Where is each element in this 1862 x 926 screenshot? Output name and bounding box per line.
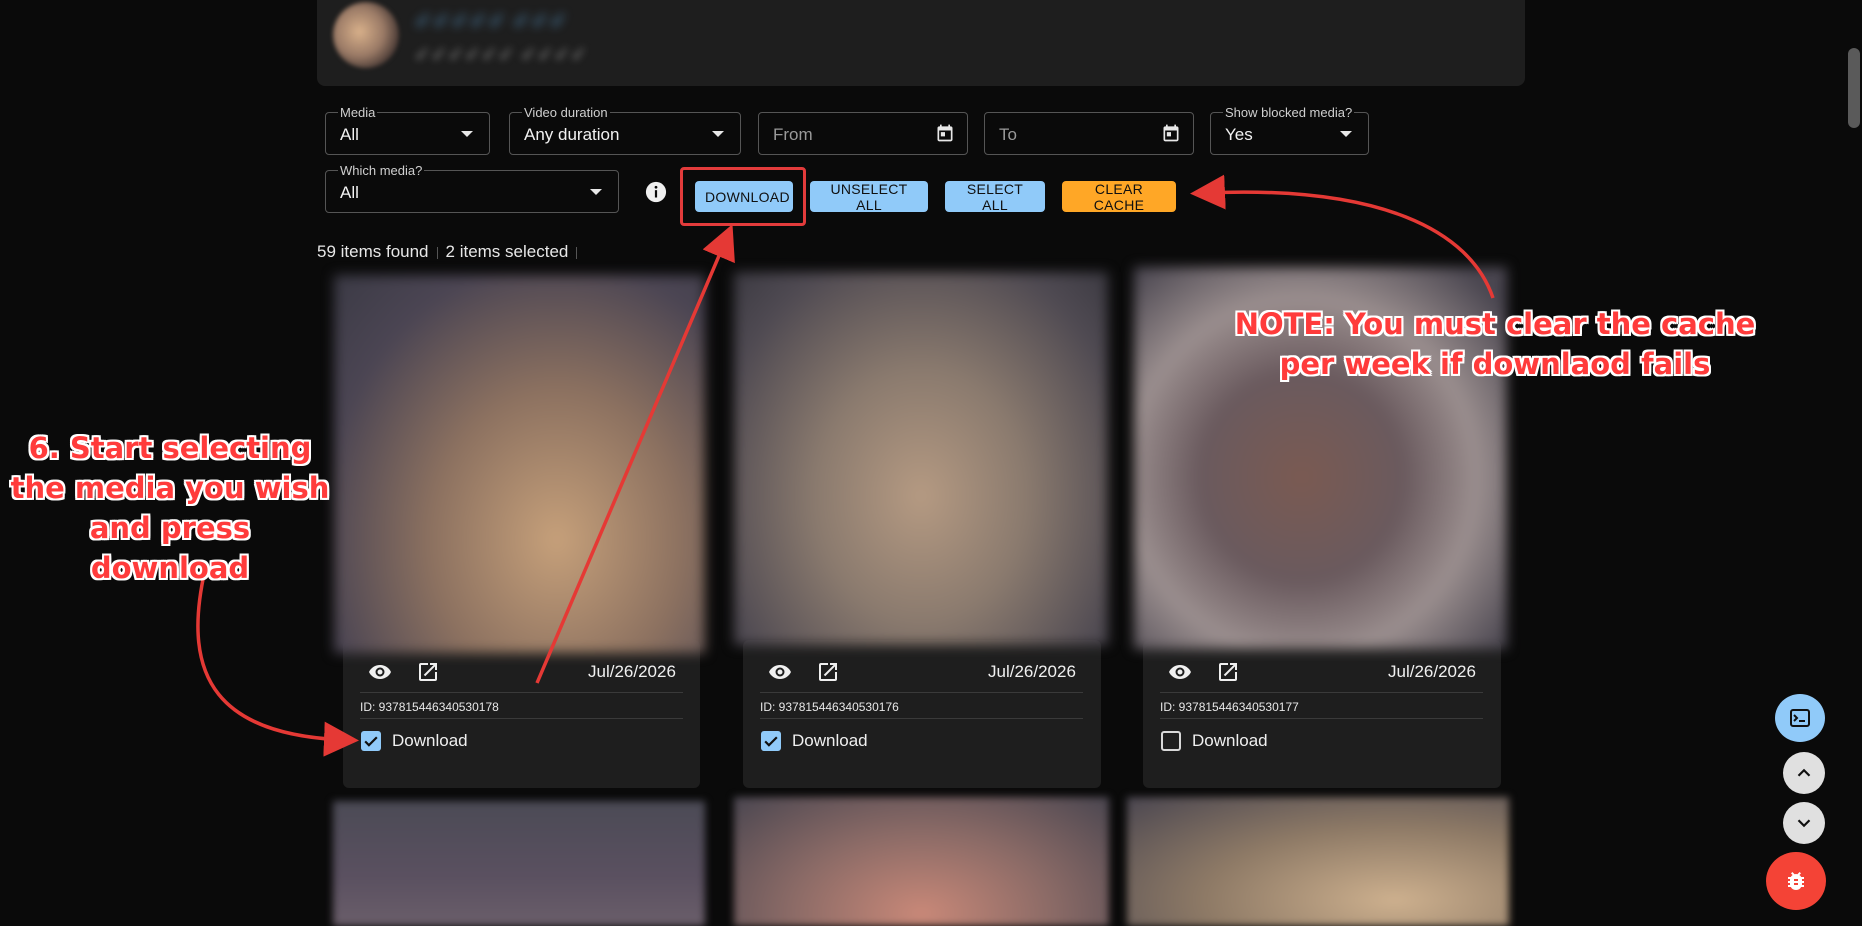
annotation-note: NOTE: You must clear the cache per week …	[1234, 307, 1756, 381]
arrow-to-clear-cache	[1190, 174, 1495, 299]
annotation-step: 6. Start selecting the media you wish an…	[10, 431, 330, 585]
arrow-to-checkbox	[196, 569, 359, 757]
arrow-to-download	[535, 224, 735, 684]
